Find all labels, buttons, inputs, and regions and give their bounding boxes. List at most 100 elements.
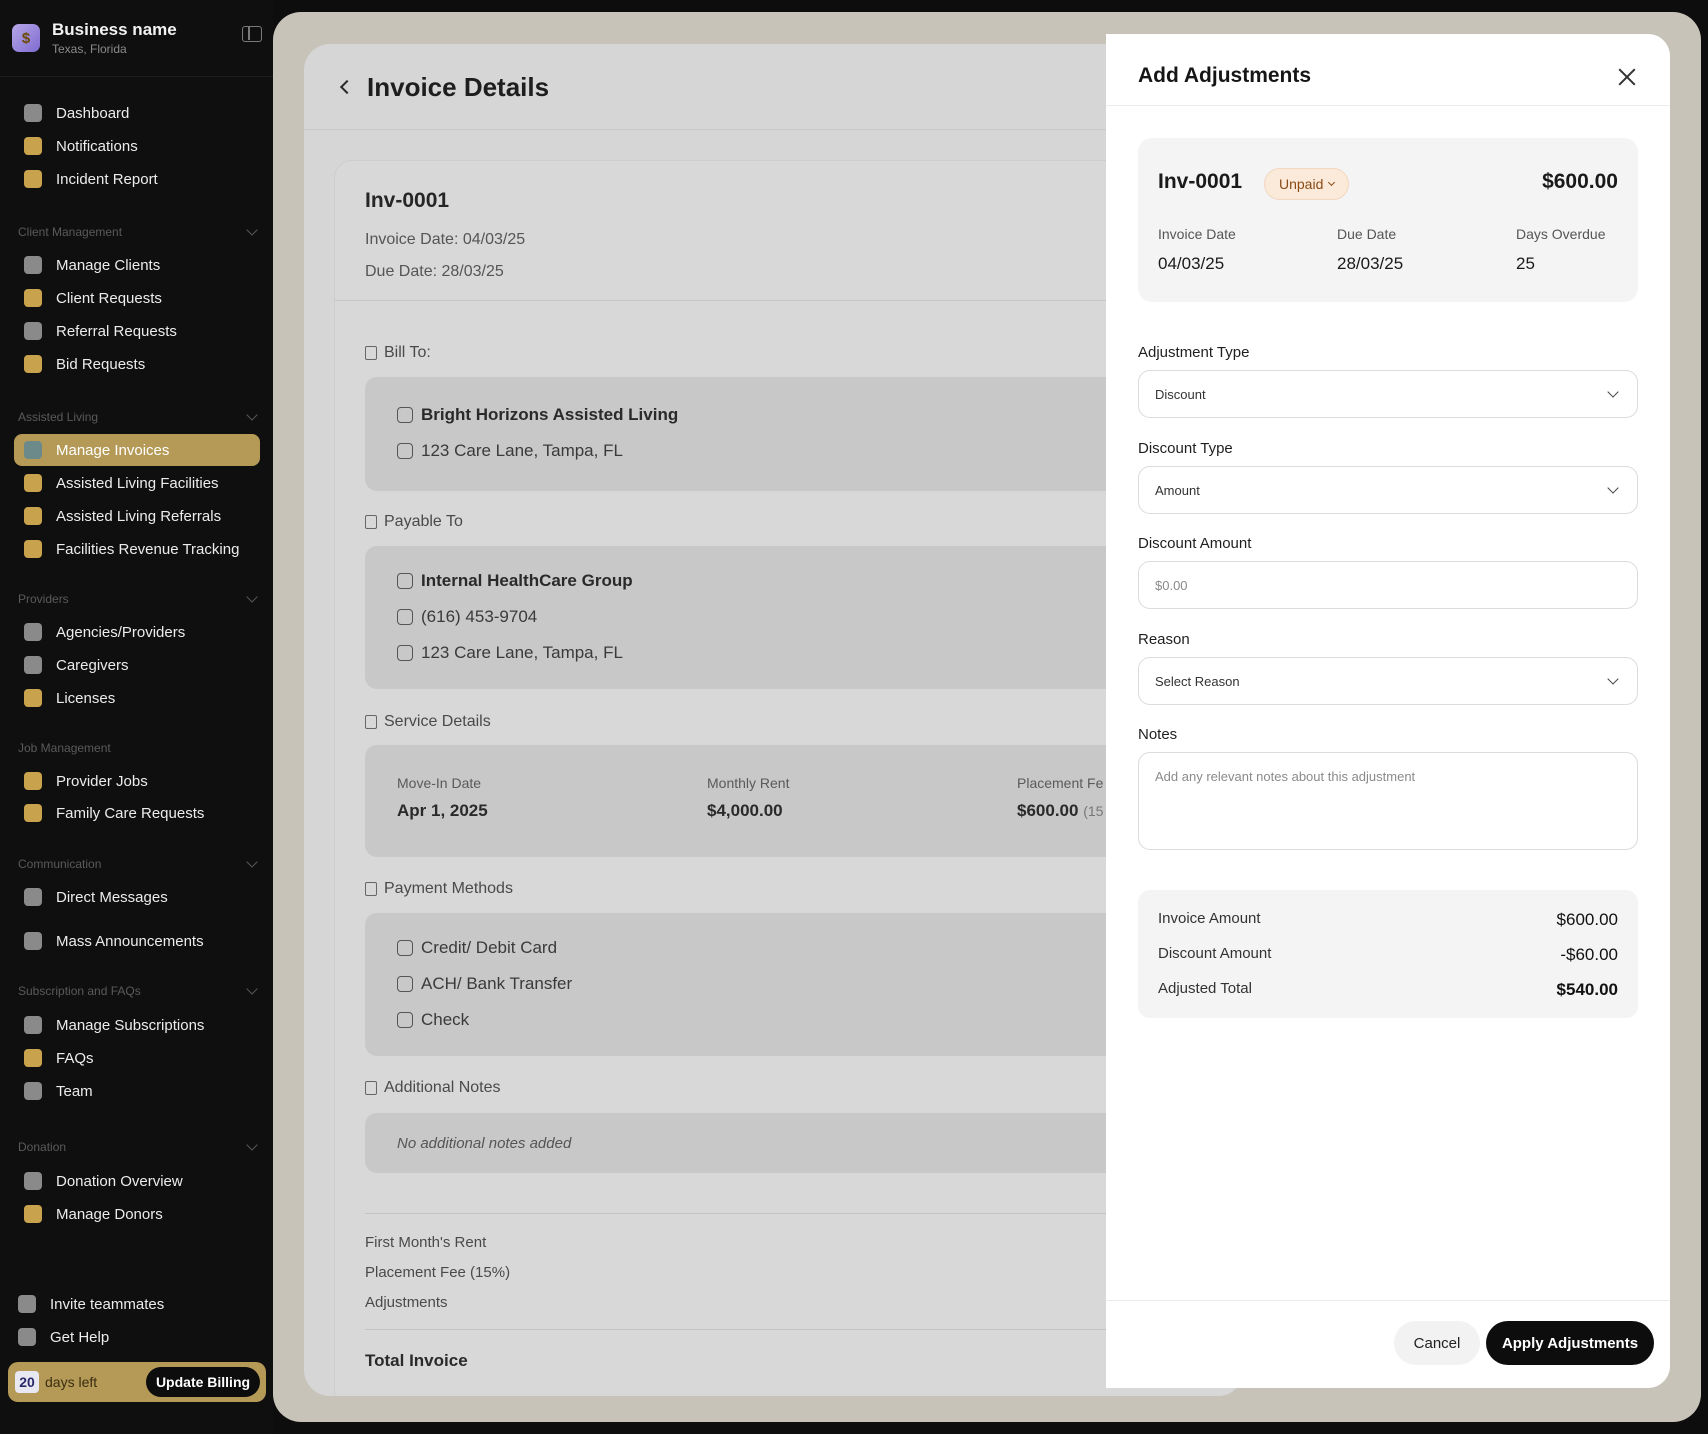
service-details-title: Service Details: [365, 713, 491, 731]
home-icon: [24, 104, 42, 122]
sidebar-item-client-requests[interactable]: Client Requests: [14, 282, 260, 314]
family-icon: [24, 804, 42, 822]
list-icon: [365, 882, 377, 896]
payable-to-box: Internal HealthCare Group (616) 453-9704…: [365, 546, 1205, 689]
bill-to-name: Bright Horizons Assisted Living: [397, 405, 678, 425]
invoice-date-column: Invoice Date 04/03/25: [1158, 226, 1236, 273]
sidebar-item-licenses[interactable]: Licenses: [14, 682, 260, 714]
due-date: Due Date: 28/03/25: [365, 263, 504, 280]
sidebar-collapse-icon[interactable]: [242, 26, 262, 42]
summary-placement-fee: Placement Fee (15%): [365, 1264, 511, 1281]
reason-select[interactable]: Select Reason: [1138, 657, 1638, 705]
building-icon: [24, 507, 42, 525]
sidebar-item-direct-messages[interactable]: Direct Messages: [14, 881, 260, 913]
invite-teammates-button[interactable]: Invite teammates: [8, 1288, 254, 1320]
checkbox-icon: [397, 1012, 413, 1028]
sidebar-item-incident-report[interactable]: Incident Report: [14, 163, 260, 195]
discount-amount-label: Discount Amount: [1138, 535, 1252, 552]
days-overdue-column: Days Overdue 25: [1516, 226, 1606, 273]
close-icon[interactable]: [1618, 68, 1636, 86]
chevron-down-icon: [246, 1139, 258, 1151]
section-providers[interactable]: Providers: [18, 591, 260, 607]
calc-adjusted-total: Adjusted Total $540.00: [1158, 980, 1618, 999]
notes-label: Notes: [1138, 726, 1178, 743]
sidebar-item-manage-invoices[interactable]: Manage Invoices: [14, 434, 260, 466]
phone-icon: [397, 609, 413, 625]
donation-icon: [24, 1172, 42, 1190]
calc-invoice-amount: Invoice Amount $600.00: [1158, 910, 1618, 929]
section-subscription-faqs[interactable]: Subscription and FAQs: [18, 983, 260, 999]
reason-label: Reason: [1138, 631, 1190, 648]
sidebar-item-family-care-requests[interactable]: Family Care Requests: [14, 797, 260, 829]
chevron-down-icon: [1607, 386, 1619, 398]
discount-type-select[interactable]: Amount: [1138, 466, 1638, 514]
bill-to-box: Bright Horizons Assisted Living 123 Care…: [365, 377, 1205, 491]
section-client-management[interactable]: Client Management: [18, 224, 260, 240]
add-adjustments-modal: Add Adjustments Inv-0001 Unpaid $600.00 …: [1106, 34, 1670, 1388]
payment-methods-box: Credit/ Debit Card ACH/ Bank Transfer Ch…: [365, 913, 1205, 1056]
back-arrow-icon[interactable]: [339, 79, 355, 95]
sidebar-item-facilities-revenue-tracking[interactable]: Facilities Revenue Tracking: [14, 533, 260, 565]
summary-adjustments: Adjustments: [365, 1294, 448, 1311]
payment-method-check: Check: [397, 1010, 469, 1030]
sidebar-item-manage-clients[interactable]: Manage Clients: [14, 249, 260, 281]
apply-adjustments-button[interactable]: Apply Adjustments: [1486, 1321, 1654, 1365]
brand-logo: $: [12, 24, 40, 52]
section-job-management[interactable]: Job Management: [18, 740, 260, 756]
bank-icon: [397, 976, 413, 992]
sidebar-item-notifications[interactable]: Notifications: [14, 130, 260, 162]
page-title: Invoice Details: [367, 72, 550, 102]
invoice-header: Inv-0001 Invoice Date: 04/03/25 Due Date…: [335, 161, 1233, 301]
file-icon: [365, 1081, 377, 1095]
sidebar-item-bid-requests[interactable]: Bid Requests: [14, 348, 260, 380]
location-pin-icon: [397, 645, 413, 661]
section-communication[interactable]: Communication: [18, 856, 260, 872]
notes-empty-text: No additional notes added: [397, 1135, 572, 1152]
megaphone-icon: [24, 932, 42, 950]
sidebar-item-caregivers[interactable]: Caregivers: [14, 649, 260, 681]
sidebar-item-donation-overview[interactable]: Donation Overview: [14, 1165, 260, 1197]
summary-first-month-rent: First Month's Rent: [365, 1234, 487, 1251]
invoice-date: Invoice Date: 04/03/25: [365, 231, 526, 248]
invoice-number: Inv-0001: [365, 189, 450, 212]
sidebar-item-referral-requests[interactable]: Referral Requests: [14, 315, 260, 347]
section-assisted-living[interactable]: Assisted Living: [18, 409, 260, 425]
get-help-button[interactable]: Get Help: [8, 1321, 254, 1353]
bill-to-address: 123 Care Lane, Tampa, FL: [397, 441, 623, 461]
caregiver-icon: [24, 656, 42, 674]
sidebar-item-assisted-living-referrals[interactable]: Assisted Living Referrals: [14, 500, 260, 532]
invoice-amount: $600.00: [1542, 170, 1618, 193]
sidebar-item-faqs[interactable]: FAQs: [14, 1042, 260, 1074]
section-donation[interactable]: Donation: [18, 1139, 260, 1155]
invoice-icon: [24, 441, 42, 459]
update-billing-button[interactable]: Update Billing: [146, 1367, 260, 1397]
adjustment-type-select[interactable]: Discount: [1138, 370, 1638, 418]
sidebar-item-provider-jobs[interactable]: Provider Jobs: [14, 765, 260, 797]
notes-textarea[interactable]: Add any relevant notes about this adjust…: [1138, 752, 1638, 850]
divider: [365, 1213, 1205, 1214]
divider: [0, 76, 273, 77]
credit-card-icon: [397, 940, 413, 956]
sidebar-item-assisted-living-facilities[interactable]: Assisted Living Facilities: [14, 467, 260, 499]
building-icon: [365, 515, 377, 529]
days-left-count: 20: [15, 1371, 39, 1393]
calc-discount-amount: Discount Amount -$60.00: [1158, 945, 1618, 964]
discount-amount-input[interactable]: $0.00: [1138, 561, 1638, 609]
additional-notes-box: No additional notes added: [365, 1113, 1205, 1173]
brand[interactable]: $ Business name Texas, Florida: [12, 16, 262, 60]
sidebar-item-manage-subscriptions[interactable]: Manage Subscriptions: [14, 1009, 260, 1041]
clipboard-icon: [24, 170, 42, 188]
sidebar-item-agencies-providers[interactable]: Agencies/Providers: [14, 616, 260, 648]
sidebar-item-mass-announcements[interactable]: Mass Announcements: [14, 925, 260, 957]
status-badge[interactable]: Unpaid: [1264, 168, 1350, 200]
cancel-button[interactable]: Cancel: [1394, 1321, 1480, 1365]
team-icon: [24, 1082, 42, 1100]
sidebar-item-manage-donors[interactable]: Manage Donors: [14, 1198, 260, 1230]
payment-methods-title: Payment Methods: [365, 880, 513, 898]
building-icon: [365, 346, 377, 360]
sidebar-item-team[interactable]: Team: [14, 1075, 260, 1107]
list-icon: [365, 715, 377, 729]
sidebar-item-dashboard[interactable]: Dashboard: [14, 97, 260, 129]
brand-location: Texas, Florida: [52, 42, 127, 56]
chevron-down-icon: [1607, 673, 1619, 685]
